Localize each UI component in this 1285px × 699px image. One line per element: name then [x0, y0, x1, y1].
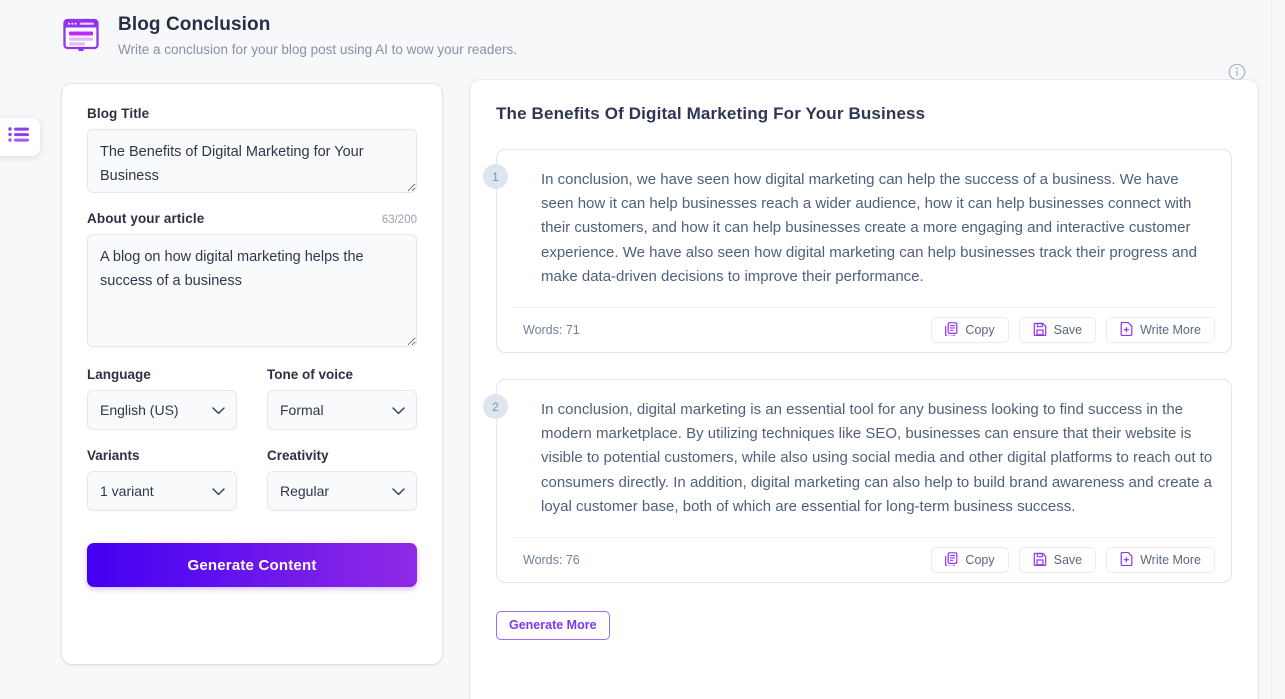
- result-actions: Copy Save Write More: [931, 317, 1215, 344]
- result-text: In conclusion, digital marketing is an e…: [541, 401, 1213, 515]
- blog-title-label: Blog Title: [87, 106, 150, 121]
- save-button[interactable]: Save: [1018, 547, 1097, 574]
- variants-value: 1 variant: [100, 483, 154, 499]
- page-scrollbar[interactable]: [1271, 0, 1285, 699]
- about-article-label: About your article: [87, 211, 205, 226]
- tone-label: Tone of voice: [267, 367, 354, 382]
- save-label: Save: [1053, 553, 1083, 568]
- copy-button[interactable]: Copy: [931, 317, 1009, 344]
- copy-button[interactable]: Copy: [931, 547, 1009, 574]
- copy-icon: [945, 321, 958, 339]
- app-root: Blog Conclusion Write a conclusion for y…: [0, 0, 1285, 699]
- results-title: The Benefits Of Digital Marketing For Yo…: [496, 104, 926, 123]
- save-icon: [1033, 552, 1047, 569]
- result-card: 2 In conclusion, digital marketing is an…: [483, 379, 1232, 584]
- chevron-down-icon: [392, 402, 405, 418]
- save-button[interactable]: Save: [1018, 317, 1097, 344]
- result-card-footer: Words: 71 Copy Save Write More: [513, 307, 1215, 352]
- copy-label: Copy: [965, 323, 995, 338]
- write-more-label: Write More: [1140, 323, 1201, 338]
- save-label: Save: [1053, 323, 1083, 338]
- write-more-button[interactable]: Write More: [1106, 547, 1215, 574]
- copy-icon: [945, 551, 958, 569]
- info-circle-icon[interactable]: [1228, 63, 1246, 81]
- language-select[interactable]: English (US): [87, 390, 237, 430]
- bullet-list-icon: [8, 126, 30, 148]
- blog-title-input[interactable]: [87, 129, 417, 193]
- page-subtitle: Write a conclusion for your blog post us…: [118, 42, 517, 57]
- write-more-button[interactable]: Write More: [1106, 317, 1215, 344]
- chevron-down-icon: [212, 483, 225, 499]
- variants-select[interactable]: 1 variant: [87, 471, 237, 511]
- word-count: Words: 71: [523, 323, 580, 338]
- variants-label: Variants: [87, 448, 140, 463]
- word-count: Words: 76: [523, 553, 580, 568]
- results-panel: The Benefits Of Digital Marketing For Yo…: [470, 80, 1258, 699]
- creativity-label: Creativity: [267, 448, 329, 463]
- file-plus-icon: [1120, 551, 1133, 569]
- about-article-input[interactable]: [87, 234, 417, 347]
- left-rail-toggle[interactable]: [0, 118, 40, 156]
- chevron-down-icon: [392, 483, 405, 499]
- creativity-select[interactable]: Regular: [267, 471, 417, 511]
- browser-window-icon: [62, 15, 100, 53]
- generate-more-button[interactable]: Generate More: [496, 611, 610, 641]
- generate-content-button[interactable]: Generate Content: [87, 543, 417, 587]
- result-actions: Copy Save Write More: [931, 547, 1215, 574]
- content-form-card: Blog Title About your article 63/200 Lan…: [62, 84, 442, 664]
- tone-value: Formal: [280, 402, 324, 418]
- result-text: In conclusion, we have seen how digital …: [541, 171, 1197, 285]
- page-title: Blog Conclusion: [118, 14, 271, 35]
- tone-select[interactable]: Formal: [267, 390, 417, 430]
- result-number-badge: 2: [483, 394, 508, 420]
- result-card-footer: Words: 76 Copy Save Write More: [513, 537, 1215, 582]
- page-header: Blog Conclusion Write a conclusion for y…: [62, 12, 517, 60]
- save-icon: [1033, 322, 1047, 339]
- about-character-counter: 63/200: [381, 214, 417, 226]
- file-plus-icon: [1120, 321, 1133, 339]
- result-card: 1 In conclusion, we have seen how digita…: [483, 149, 1232, 354]
- write-more-label: Write More: [1140, 553, 1201, 568]
- chevron-down-icon: [212, 402, 225, 418]
- result-number-badge: 1: [483, 164, 508, 189]
- copy-label: Copy: [965, 553, 995, 568]
- language-value: English (US): [100, 402, 179, 418]
- language-label: Language: [87, 367, 151, 382]
- creativity-value: Regular: [280, 483, 330, 499]
